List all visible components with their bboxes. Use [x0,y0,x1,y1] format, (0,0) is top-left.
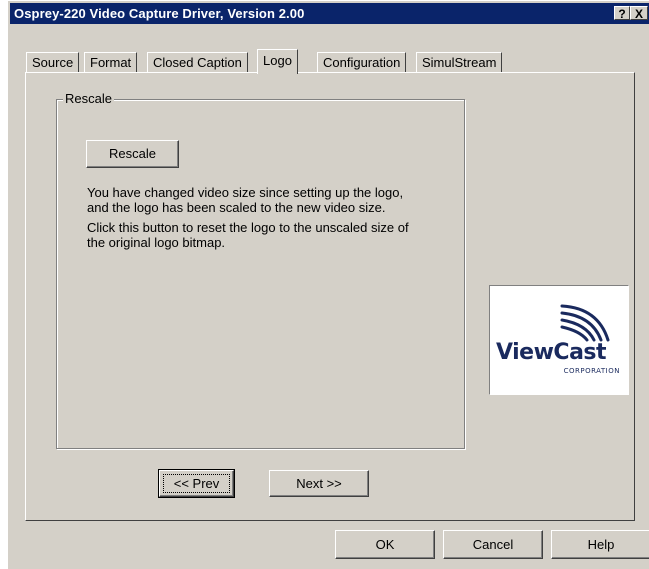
title-bar[interactable]: Osprey-220 Video Capture Driver, Version… [10,3,649,24]
tab-logo[interactable]: Logo [257,49,298,74]
tab-simulstream[interactable]: SimulStream [416,52,503,73]
dialog-window: Osprey-220 Video Capture Driver, Version… [7,0,649,569]
tab-closed-caption[interactable]: Closed Caption [147,52,248,73]
rescale-info-line3: Click this button to reset the logo to t… [87,220,409,235]
tab-format[interactable]: Format [84,52,138,73]
help-icon[interactable]: ? [614,6,630,21]
tab-source[interactable]: Source [26,52,80,73]
rescale-group-legend: Rescale [63,91,114,106]
help-button[interactable]: Help [551,530,649,559]
cancel-button[interactable]: Cancel [443,530,543,559]
next-button[interactable]: Next >> [269,470,369,497]
rescale-info-line2: and the logo has been scaled to the new … [87,200,386,215]
tab-panel-logo: Rescale Rescale You have changed video s… [25,72,635,521]
prev-button[interactable]: << Prev [158,469,235,498]
ok-button[interactable]: OK [335,530,435,559]
close-icon[interactable]: X [630,6,648,20]
rescale-info-line1: You have changed video size since settin… [87,185,404,200]
logo-subtitle-text: CORPORATION [563,367,620,375]
focus-ring [163,474,230,493]
rescale-button[interactable]: Rescale [86,140,179,168]
window-title: Osprey-220 Video Capture Driver, Version… [14,6,305,21]
tab-configuration[interactable]: Configuration [317,52,407,73]
viewcast-logo: ViewCast CORPORATION [489,285,629,395]
logo-brand-text: ViewCast [496,340,607,365]
rescale-group: Rescale Rescale You have changed video s… [56,91,465,449]
rescale-info-line4: the original logo bitmap. [87,235,226,250]
